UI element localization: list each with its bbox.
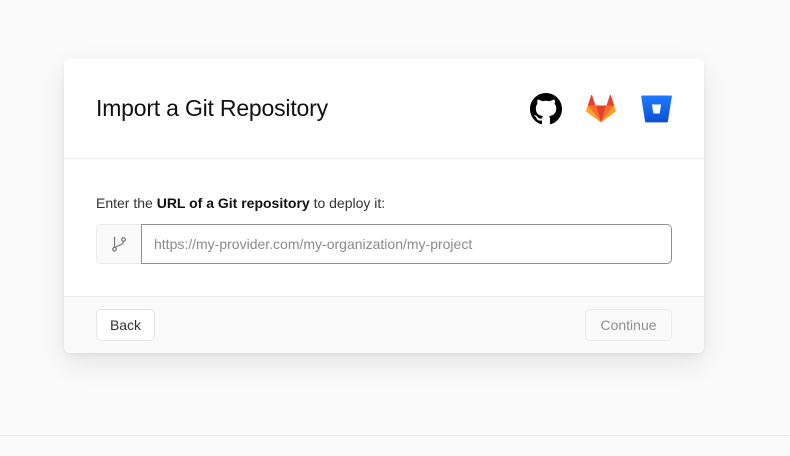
prompt-suffix: to deploy it: [309, 195, 386, 211]
url-input-row [96, 224, 672, 264]
git-branch-icon [96, 224, 141, 264]
dialog-header: Import a Git Repository [64, 59, 704, 159]
dialog-body: Enter the URL of a Git repository to dep… [64, 159, 704, 296]
github-icon[interactable] [530, 93, 562, 125]
dialog-title: Import a Git Repository [96, 95, 328, 121]
continue-button[interactable]: Continue [585, 309, 672, 341]
gitlab-icon[interactable] [585, 93, 617, 125]
back-button[interactable]: Back [96, 309, 155, 341]
page: Import a Git Repository Enter the URL of… [0, 0, 790, 456]
import-dialog: Import a Git Repository Enter the URL of… [64, 59, 704, 353]
prompt-prefix: Enter the [96, 195, 157, 211]
dialog-footer: Back Continue [64, 296, 704, 353]
bitbucket-icon[interactable] [640, 93, 672, 125]
provider-icons [530, 93, 672, 125]
repository-url-input[interactable] [141, 224, 672, 264]
url-prompt: Enter the URL of a Git repository to dep… [96, 194, 672, 212]
bottom-divider [0, 435, 790, 436]
prompt-bold: URL of a Git repository [156, 195, 310, 211]
